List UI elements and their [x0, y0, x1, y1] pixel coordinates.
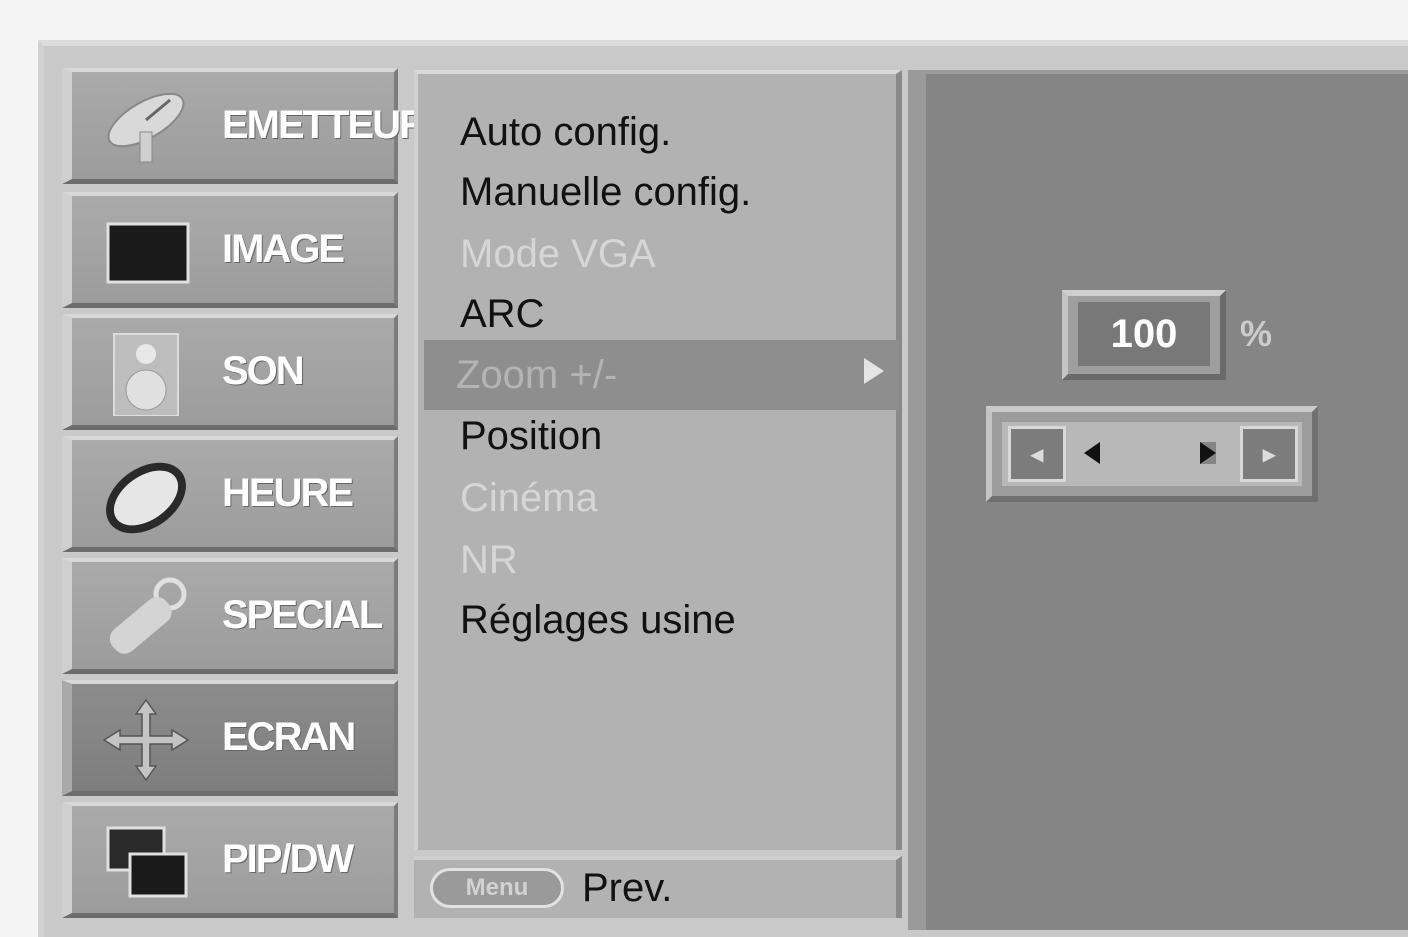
tab-label: HEURE	[222, 471, 354, 515]
tab-label: EMETTEUR	[222, 103, 428, 147]
menu-item-nr: NR	[460, 537, 518, 582]
zoom-max-button[interactable]: ▸	[1240, 426, 1298, 482]
prev-label: Prev.	[582, 865, 673, 910]
menu-item-factory-reset[interactable]: Réglages usine	[460, 590, 736, 650]
tab-image[interactable]: IMAGE	[62, 192, 398, 308]
key-icon	[100, 576, 192, 660]
tab-label: IMAGE	[222, 227, 345, 271]
clock-icon	[100, 454, 192, 538]
speaker-icon	[100, 332, 192, 417]
tab-label: PIP/DW	[222, 837, 354, 881]
menu-item-manual-config[interactable]: Manuelle config.	[460, 162, 751, 222]
menu-item-auto-config[interactable]: Auto config.	[460, 102, 671, 162]
tab-emetteur[interactable]: EMETTEUR	[62, 68, 428, 184]
arrow-left-icon[interactable]	[1084, 442, 1100, 464]
submenu-panel: Auto config. Manuelle config. Mode VGA A…	[414, 70, 902, 850]
menu-item-mode-vga: Mode VGA	[460, 231, 656, 276]
arrow-right-icon[interactable]	[1200, 442, 1216, 464]
zoom-value: 100	[1078, 302, 1210, 366]
zoom-slider[interactable]: ◂ ▸	[986, 406, 1318, 502]
picture-icon	[100, 210, 192, 294]
arrow-right-icon	[864, 358, 884, 384]
menu-key-button[interactable]: Menu	[430, 868, 564, 908]
zoom-min-button[interactable]: ◂	[1008, 426, 1066, 482]
tab-label: SON	[222, 349, 305, 393]
satellite-dish-icon	[100, 86, 192, 170]
tab-special[interactable]: SPECIAL	[62, 558, 398, 674]
category-tabs: EMETTEUR IMAGE SON HEURE SPECIAL ECRAN P…	[62, 68, 428, 930]
tab-son[interactable]: SON	[62, 314, 398, 430]
tab-pip-dw[interactable]: PIP/DW	[62, 802, 398, 918]
tab-label: ECRAN	[222, 715, 356, 759]
zoom-value-box: 100	[1062, 290, 1226, 380]
tab-heure[interactable]: HEURE	[62, 436, 398, 552]
pip-windows-icon	[100, 820, 192, 904]
menu-item-cinema: Cinéma	[460, 475, 598, 520]
menu-item-arc[interactable]: ARC	[460, 284, 544, 344]
bottom-bar: Menu Prev.	[414, 856, 902, 918]
move-arrows-icon	[100, 698, 192, 782]
menu-item-position[interactable]: Position	[460, 406, 602, 466]
zoom-unit: %	[1240, 313, 1273, 354]
tab-ecran[interactable]: ECRAN	[62, 680, 398, 796]
menu-item-zoom[interactable]: Zoom +/-	[424, 340, 898, 410]
tab-label: SPECIAL	[222, 593, 383, 637]
